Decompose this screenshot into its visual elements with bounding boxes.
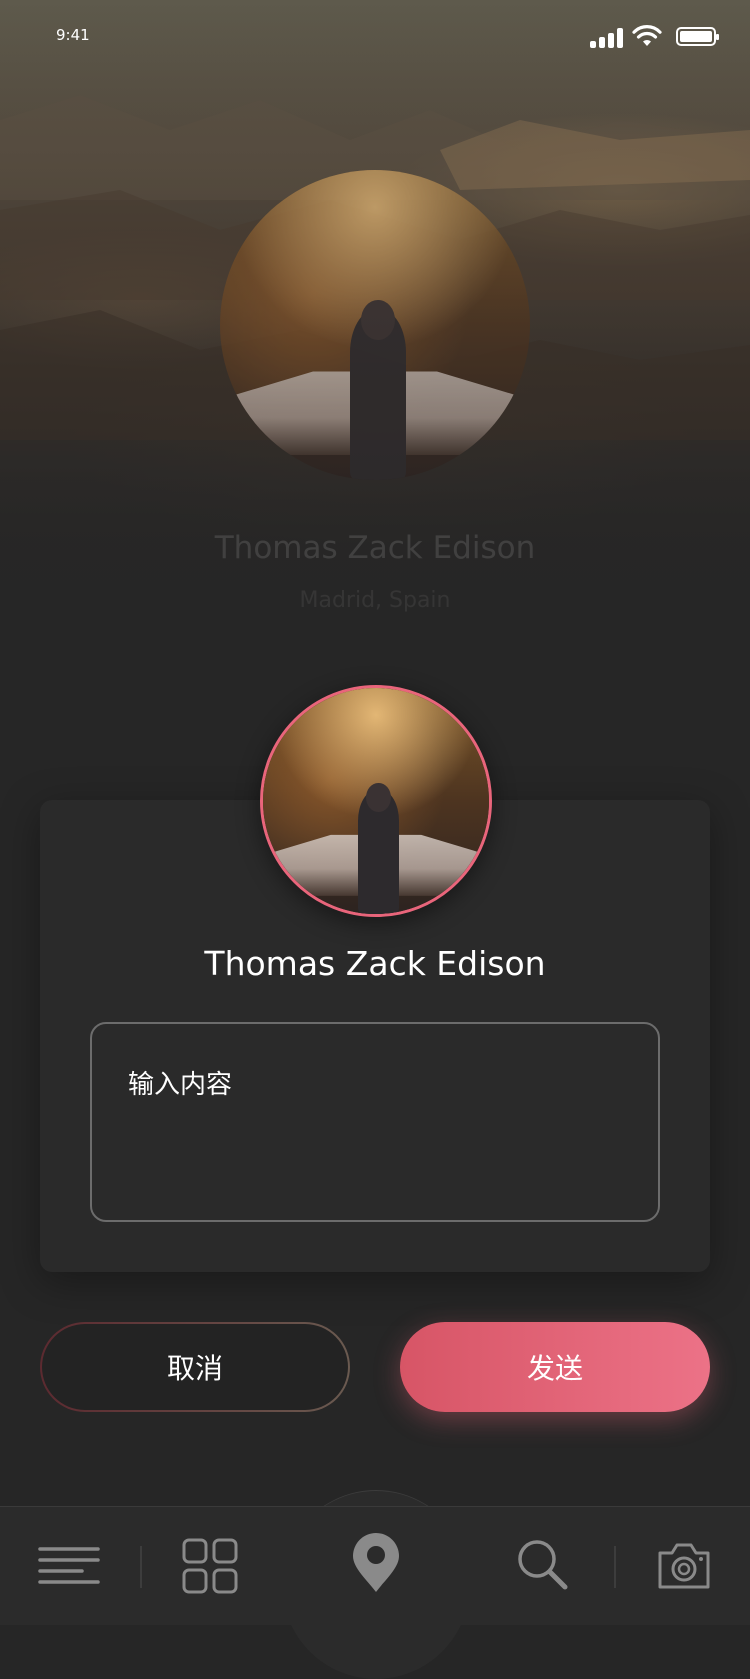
camera-icon (658, 1543, 710, 1589)
battery-icon (676, 27, 719, 46)
tab-camera[interactable] (654, 1538, 714, 1594)
status-time: 9:41 (56, 26, 90, 44)
send-button-label: 发送 (526, 1352, 583, 1385)
search-icon (518, 1540, 568, 1590)
cancel-button-label: 取消 (166, 1352, 223, 1385)
cancel-button[interactable]: 取消 (40, 1322, 350, 1412)
tab-divider (614, 1546, 616, 1588)
location-pin-icon (353, 1533, 399, 1592)
message-input[interactable] (90, 1022, 660, 1222)
menu-icon (38, 1547, 100, 1584)
send-button[interactable]: 发送 (400, 1322, 710, 1412)
cellular-signal-icon (590, 28, 624, 48)
tab-menu[interactable] (36, 1540, 102, 1590)
status-bar: 9:41 (0, 0, 750, 70)
tab-grid[interactable] (180, 1536, 240, 1596)
tab-location[interactable] (346, 1530, 406, 1596)
wifi-icon (632, 25, 662, 46)
tab-divider (140, 1546, 142, 1588)
grid-icon (182, 1538, 238, 1594)
recipient-name: Thomas Zack Edison (204, 944, 546, 983)
background-profile-name: Thomas Zack Edison (214, 530, 536, 566)
avatar (260, 685, 492, 917)
background-profile-location: Madrid, Spain (299, 588, 451, 613)
profile-cover-photo (220, 170, 530, 480)
tab-search[interactable] (512, 1534, 572, 1594)
